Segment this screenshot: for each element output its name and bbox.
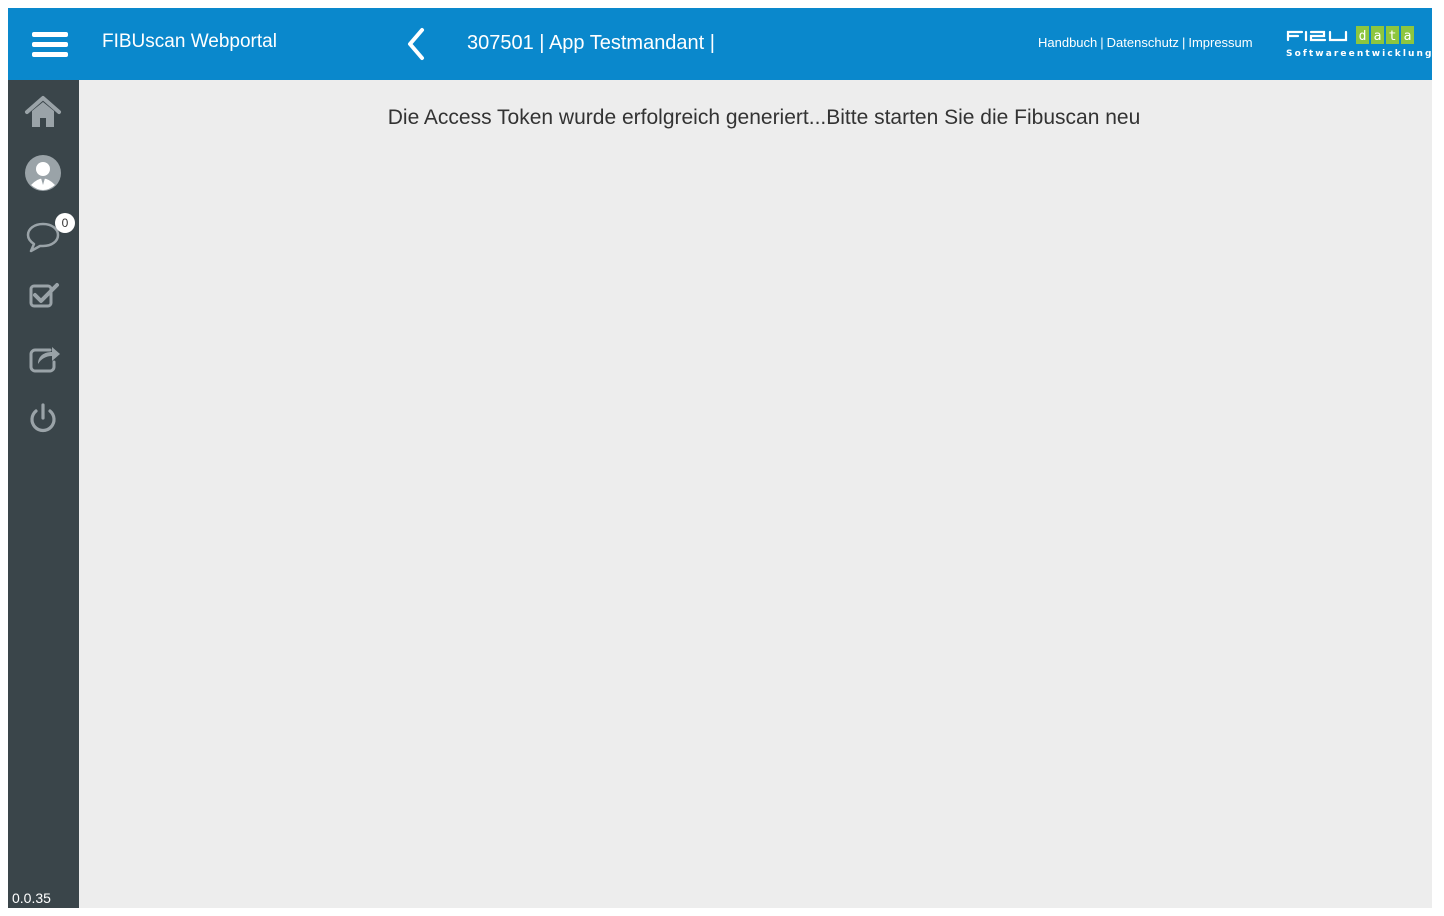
header-links: Handbuch | Datenschutz | Impressum: [1038, 34, 1253, 52]
logo-letter-a: a: [1404, 29, 1412, 44]
logo-letter-t: t: [1389, 29, 1397, 44]
fibudata-logo-mark: d a t a: [1286, 26, 1414, 44]
fibudata-logo: d a t a Softwareentwicklung: [1286, 24, 1434, 64]
app-version: 0.0.35: [12, 890, 51, 906]
logo-subtitle: Softwareentwicklung: [1286, 49, 1434, 59]
messages-count-badge: 0: [55, 213, 75, 233]
app-title: FIBUscan Webportal: [102, 31, 277, 52]
link-separator: |: [1181, 35, 1186, 50]
hamburger-menu-icon[interactable]: [32, 30, 68, 58]
power-icon[interactable]: [24, 399, 62, 437]
sidebar: 0 0.0.35: [8, 80, 79, 908]
home-icon[interactable]: [24, 93, 62, 131]
app-frame: FIBUscan Webportal 307501 | App Testmand…: [8, 8, 1432, 908]
share-icon[interactable]: [24, 338, 62, 376]
datenschutz-link[interactable]: Datenschutz: [1107, 35, 1179, 50]
logo-letter-a: a: [1374, 29, 1382, 44]
client-title: 307501 | App Testmandant |: [467, 32, 715, 54]
top-header: FIBUscan Webportal 307501 | App Testmand…: [8, 8, 1432, 80]
logo-letter-d: d: [1359, 29, 1367, 44]
tasks-icon[interactable]: [24, 277, 62, 315]
back-chevron-icon[interactable]: [404, 26, 428, 62]
impressum-link[interactable]: Impressum: [1188, 35, 1252, 50]
status-message: Die Access Token wurde erfolgreich gener…: [387, 106, 1141, 129]
link-separator: |: [1100, 35, 1104, 50]
handbuch-link[interactable]: Handbuch: [1038, 35, 1097, 50]
user-profile-icon[interactable]: [24, 154, 62, 192]
